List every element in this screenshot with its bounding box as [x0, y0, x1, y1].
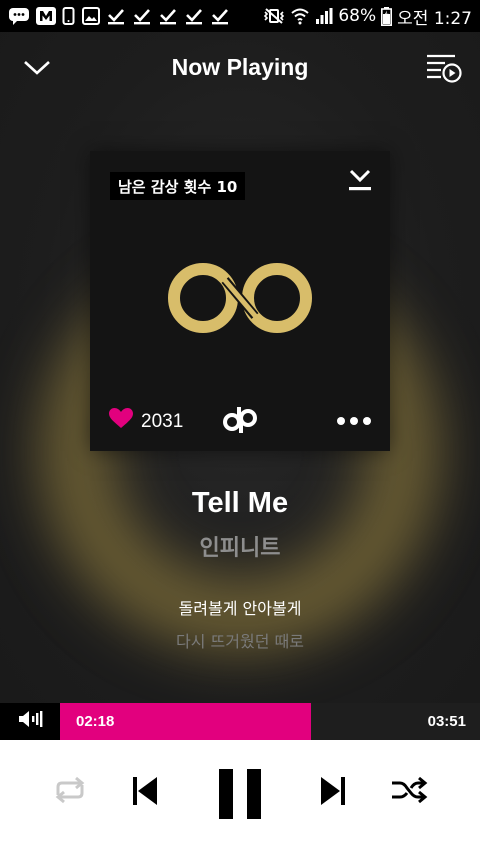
album-art-card[interactable]: 남은 감상 횟수 10 2031 [90, 151, 390, 451]
pause-icon [218, 768, 262, 825]
check-icon [132, 7, 152, 25]
vibrate-mute-icon [263, 7, 285, 25]
repeat-button[interactable] [48, 774, 92, 810]
more-dot [350, 417, 358, 425]
playlist-button[interactable] [422, 52, 464, 88]
chat-icon [8, 7, 30, 25]
song-title: Tell Me [191, 487, 289, 519]
more-dot [363, 417, 371, 425]
check-icon [210, 7, 230, 25]
check-icon [106, 7, 126, 25]
previous-button[interactable] [124, 770, 166, 816]
like-count: 2031 [141, 410, 184, 432]
seek-bar[interactable]: 02:18 03:51 [60, 703, 480, 740]
download-button[interactable] [347, 167, 373, 193]
lyric-current-line[interactable]: 돌려볼게 안아볼게 [0, 595, 480, 619]
volume-icon [17, 710, 43, 733]
dp-logo-icon [222, 407, 258, 439]
infinite-logo [165, 258, 315, 343]
next-icon [319, 776, 347, 811]
lyric-next-line[interactable]: 다시 뜨거웠던 때로 [0, 628, 480, 652]
image-icon [82, 7, 100, 25]
playback-controls [0, 740, 480, 853]
progress-bar: 02:18 03:51 [0, 703, 480, 740]
battery-percent: 68% [338, 6, 377, 26]
header: Now Playing [0, 32, 480, 108]
remaining-plays-badge: 남은 감상 횟수 10 [110, 172, 246, 200]
clock: 오전 1:27 [397, 8, 472, 29]
repeat-icon [50, 775, 90, 810]
playlist-icon [423, 52, 463, 89]
signal-icon [315, 7, 333, 25]
artist-name[interactable]: 인피니트 [0, 530, 480, 562]
check-icon [184, 7, 204, 25]
phone-icon [62, 7, 76, 25]
current-time: 02:18 [76, 713, 115, 730]
check-icon [158, 7, 178, 25]
previous-icon [131, 776, 159, 811]
more-options-button[interactable] [337, 410, 371, 432]
battery-icon [381, 6, 393, 26]
like-button[interactable]: 2031 [109, 408, 183, 435]
shuffle-button[interactable] [388, 774, 430, 810]
album-card-footer: 2031 [90, 391, 390, 451]
total-time: 03:51 [427, 713, 466, 730]
volume-button[interactable] [0, 703, 60, 740]
shuffle-icon [390, 775, 428, 810]
more-dot [337, 417, 345, 425]
dp-button[interactable] [222, 405, 258, 435]
m-app-icon [36, 7, 56, 25]
wifi-icon [290, 7, 310, 25]
heart-icon [109, 408, 133, 435]
download-icon [347, 169, 373, 197]
next-button[interactable] [312, 770, 354, 816]
status-bar: 68% 오전 1:27 [0, 0, 480, 32]
pause-button[interactable] [212, 768, 268, 824]
page-title: Now Playing [171, 54, 309, 80]
